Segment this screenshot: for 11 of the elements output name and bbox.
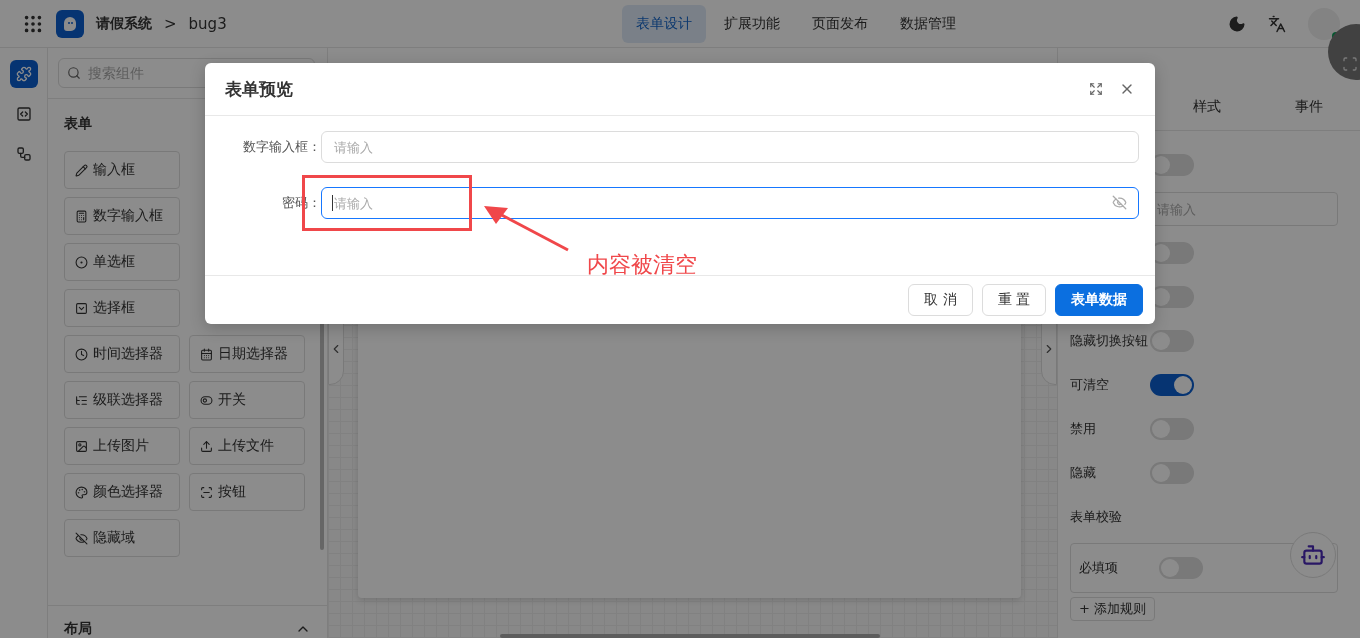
section-title: 表单 — [64, 115, 93, 133]
property-label: 禁用 — [1070, 420, 1097, 438]
section-title: 表单校验 — [1070, 508, 1123, 526]
property-label: 可清空 — [1070, 376, 1110, 394]
property-label: 隐藏切换按钮 — [1070, 332, 1149, 350]
field-label: 数字输入框： — [242, 138, 321, 156]
annotation-text: 内容被清空 — [587, 251, 697, 279]
property-label: 隐藏 — [1070, 464, 1097, 482]
breadcrumb-separator: > — [164, 14, 177, 33]
rule-label: 必填项 — [1079, 559, 1119, 577]
page-name: bug3 — [188, 14, 227, 33]
